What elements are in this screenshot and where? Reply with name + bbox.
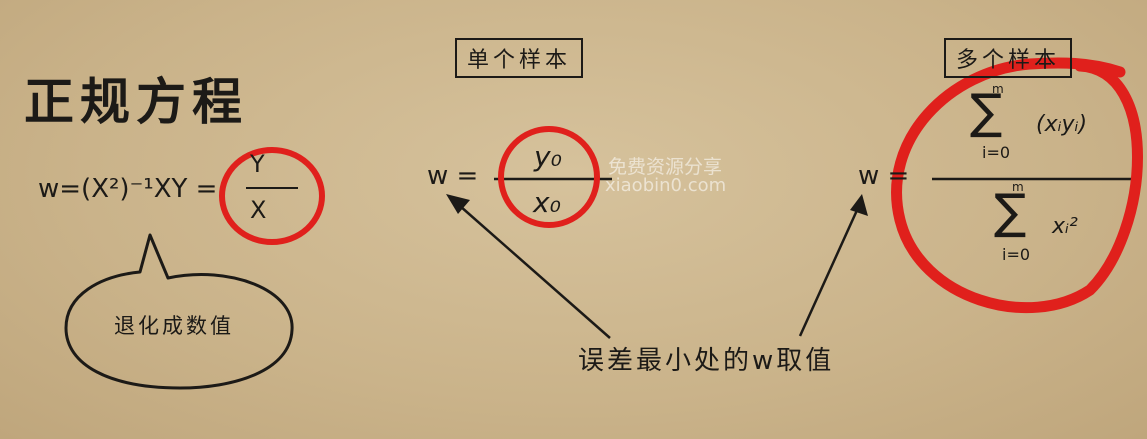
page-title: 正规方程	[24, 73, 248, 131]
equation-mid-w: w =	[427, 161, 479, 191]
red-circle-left	[219, 147, 325, 245]
mid-numerator: y₀	[534, 140, 562, 173]
den-sigma: ∑	[994, 184, 1027, 240]
arrow-caption: 误差最小处的w取值	[578, 346, 835, 376]
den-sum-lower: i=0	[1002, 245, 1031, 264]
label-multi-sample: 多个样本	[944, 38, 1073, 78]
label-single-sample: 单个样本	[455, 38, 584, 78]
num-sum-lower: i=0	[982, 143, 1011, 162]
num-sigma: ∑	[970, 84, 1003, 140]
left-denominator: X	[250, 196, 267, 224]
equation-left: w=(X²)⁻¹XY =	[38, 174, 218, 204]
mid-denominator: x₀	[533, 186, 561, 219]
bubble-text: 退化成数值	[114, 314, 234, 338]
left-numerator: Y	[250, 150, 265, 178]
watermark-line2: xiaobin0.com	[605, 175, 727, 196]
den-term: xᵢ²	[1052, 214, 1078, 239]
arrow-right-head	[850, 194, 868, 216]
num-term: (xᵢyᵢ)	[1036, 112, 1088, 137]
arrow-right-shaft	[798, 207, 860, 337]
equation-right-w: w =	[858, 161, 910, 191]
